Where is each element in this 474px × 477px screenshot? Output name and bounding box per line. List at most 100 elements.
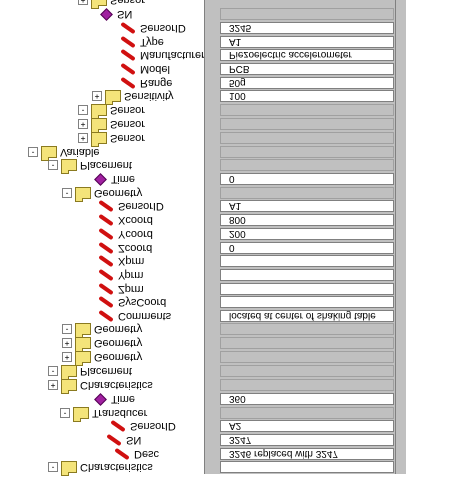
tree-node-label: Zcoord [118,242,153,255]
collapse-toggle[interactable]: - [28,147,38,158]
tree-node[interactable]: - Geometry [62,187,142,200]
grid-value-cell[interactable]: 0 [220,242,394,254]
grid-cell-empty [220,8,394,20]
folder-icon [75,323,91,336]
grid-value-cell[interactable] [220,283,394,295]
property-pen-icon [98,255,114,268]
grid-value-cell[interactable]: 360 [220,393,394,405]
grid-value-cell[interactable] [220,255,394,267]
tree-node-label: Geometry [94,187,143,200]
tree-node[interactable]: - Placement [48,159,132,172]
expand-toggle[interactable]: + [62,338,72,349]
grid-value-cell[interactable]: 3245 [220,22,394,34]
expand-toggle[interactable]: + [78,119,88,130]
collapse-toggle[interactable]: - [62,324,72,335]
grid-cell-empty [220,379,394,391]
tree-node[interactable]: SN [106,434,141,447]
tree-node[interactable]: + Sensor [78,118,145,131]
grid-value-cell[interactable] [220,461,394,473]
grid-cell-empty [220,159,394,171]
tree-node[interactable]: Type [120,36,164,49]
folder-icon [61,159,77,172]
grid-cell-empty [220,118,394,130]
tree-node[interactable]: Zcoord [98,242,152,255]
expand-toggle[interactable]: + [62,352,72,363]
tree-node[interactable]: SysCoord [98,296,166,309]
grid-value-cell[interactable] [220,269,394,281]
collapse-toggle[interactable]: - [48,462,58,473]
tree-node[interactable]: + Characteristics [48,379,153,392]
collapse-toggle[interactable]: - [48,160,58,171]
tree-node[interactable]: Manufacturer [120,49,205,62]
tree-node[interactable]: SensorID [98,200,164,213]
tree-node[interactable]: SensorID [110,420,176,433]
tree-node[interactable]: - Variable [28,146,100,159]
grid-value-cell[interactable]: 800 [220,214,394,226]
expand-toggle[interactable]: + [92,91,102,102]
collapse-toggle[interactable]: - [62,188,72,199]
expand-toggle[interactable]: + [78,133,88,144]
tree-node[interactable]: Comments [98,310,171,323]
tree-node-label: Sensor [110,104,145,117]
grid-value-cell[interactable]: PCB [220,63,394,75]
tree-node[interactable]: - Geometry [62,323,142,336]
tree-pane[interactable]: - Characteristics Desc SN SensorID - Transduce… [0,0,213,474]
grid-value-cell[interactable]: 100 [220,90,394,102]
tree-scrollbar[interactable] [204,0,215,474]
tree-node[interactable]: - Transducer [60,407,147,420]
tree-node[interactable]: + Sensor [78,0,145,7]
collapse-toggle[interactable]: - [48,366,58,377]
tree-node[interactable]: Time [92,393,135,406]
tree-node[interactable]: Yprm [98,269,143,282]
grid-value-cell[interactable]: A2 [220,420,394,432]
tree-node[interactable]: Range [120,77,172,90]
folder-icon [61,379,77,392]
grid-value-cell[interactable]: located at center of shaking table [220,310,394,322]
grid-value-cell[interactable]: 50g [220,77,394,89]
tree-node[interactable]: + Geometry [62,351,142,364]
grid-cell-empty [220,187,394,199]
grid-value-cell[interactable]: A1 [220,200,394,212]
tree-node-label: Type [140,36,164,49]
grid-value-cell[interactable]: 200 [220,228,394,240]
tree-node[interactable]: SN [98,8,132,21]
tree-node[interactable]: Time [92,173,135,186]
tree-node[interactable]: Model [120,63,170,76]
tree-node[interactable]: + Sensitivity [92,90,174,103]
grid-value-cell[interactable] [220,296,394,308]
tree-node[interactable]: - Characteristics [48,461,153,474]
property-pen-icon [98,228,114,241]
property-pen-icon [106,434,122,447]
tree-node[interactable]: Ycoord [98,228,153,241]
grid-cell-empty [220,365,394,377]
tree-node-label: Placement [80,365,132,378]
collapse-toggle[interactable]: - [60,408,70,419]
tree-node[interactable]: Zprm [98,283,144,296]
tree-node[interactable]: Xprm [98,255,144,268]
expand-toggle[interactable]: + [48,380,58,391]
tree-node-label: Sensor [110,0,145,7]
grid-value-cell[interactable]: 0 [220,173,394,185]
tree-node[interactable]: + Geometry [62,337,142,350]
tree-node[interactable]: - Sensor [78,104,145,117]
grid-value-cell[interactable]: A1 [220,36,394,48]
tree-node[interactable]: + Sensor [78,132,145,145]
tree-node[interactable]: Desc [114,448,159,461]
folder-icon [91,132,107,145]
tree-node-label: SN [126,434,142,447]
folder-icon [91,0,107,7]
tree-node-label: Manufacturer [140,49,205,62]
property-pen-icon [120,63,136,76]
expand-toggle[interactable]: + [78,0,88,6]
tree-node[interactable]: Xcoord [98,214,153,227]
folder-icon [61,365,77,378]
grid-value-cell[interactable]: Piezoelectric accelerometer [220,49,394,61]
grid-value-cell[interactable]: 3246 replaced with 3247 [220,448,394,460]
tree-node-label: Comments [118,310,172,323]
grid-value-cell[interactable]: 3247 [220,434,394,446]
grid-scrollbar[interactable] [395,0,406,474]
tree-node[interactable]: - Placement [48,365,132,378]
tree-node[interactable]: SensorID [120,22,186,35]
collapse-toggle[interactable]: - [78,105,88,116]
folder-icon [105,90,121,103]
